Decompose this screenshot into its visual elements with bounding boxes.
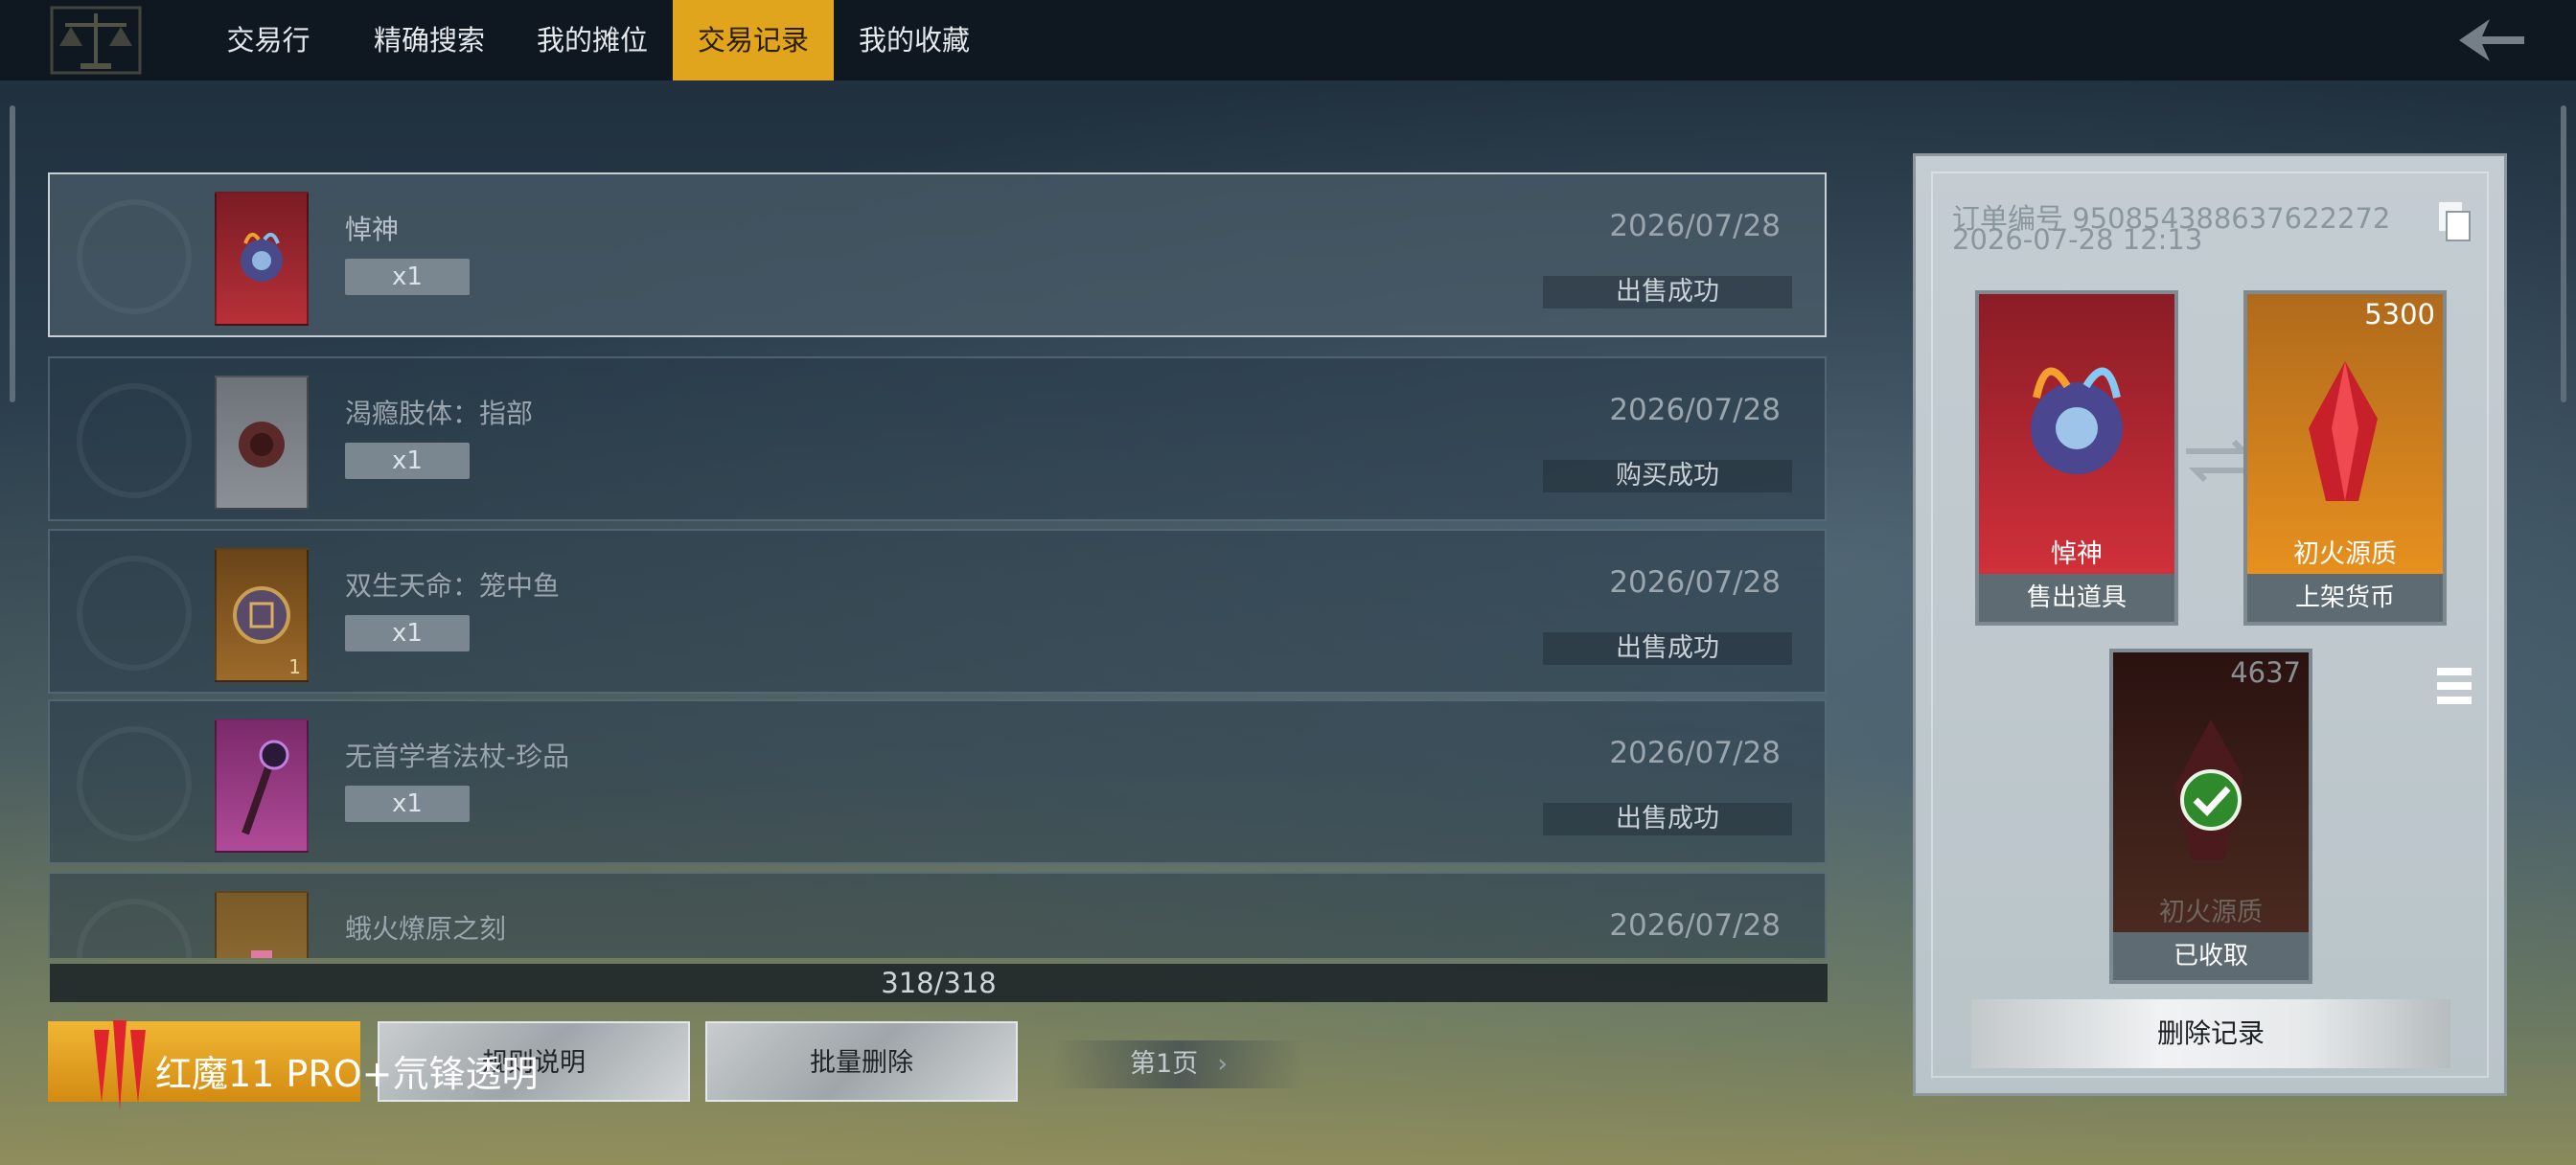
received-currency-card[interactable]: 4637 初火源质 已收取 xyxy=(2109,649,2312,984)
card-item-icon xyxy=(251,950,272,958)
record-row[interactable]: 渴瘾肢体：指部 x1 2026/07/28 购买成功 xyxy=(48,356,1827,521)
record-row[interactable]: 无首学者法杖-珍品 x1 2026/07/28 出售成功 xyxy=(48,699,1827,864)
scales-logo-icon xyxy=(50,6,142,75)
item-stack-count: 1 xyxy=(288,655,301,678)
page-label: 第1页 xyxy=(1130,1049,1199,1079)
coin-watermark-icon xyxy=(77,556,192,671)
received-currency-art: 4637 初火源质 xyxy=(2113,652,2309,932)
tab-my-favorites[interactable]: 我的收藏 xyxy=(849,0,979,80)
tab-trade-records[interactable]: 交易记录 xyxy=(673,0,834,80)
item-name: 蛾火燎原之刻 xyxy=(345,913,507,945)
finger-relic-icon xyxy=(239,422,285,468)
item-thumbnail: 1 xyxy=(215,548,309,682)
coin-watermark-icon xyxy=(77,383,192,498)
listed-currency-caption: 上架货币 xyxy=(2247,574,2443,622)
record-date: 2026/07/28 xyxy=(1609,908,1781,943)
tab-trading-house[interactable]: 交易行 xyxy=(211,0,326,80)
received-caption: 已收取 xyxy=(2113,932,2309,980)
coin-watermark-icon xyxy=(77,726,192,841)
relic-icon xyxy=(241,232,283,282)
item-quantity: x1 xyxy=(345,443,470,479)
list-scrollbar[interactable] xyxy=(10,105,15,402)
received-amount: 4637 xyxy=(2230,656,2301,689)
top-nav-bar: 交易行 精确搜索 我的摊位 交易记录 我的收藏 xyxy=(0,0,2576,80)
trade-record-list: 悼神 x1 2026/07/28 出售成功 渴瘾肢体：指部 x1 2026/07… xyxy=(48,172,1828,958)
tab-my-stall[interactable]: 我的摊位 xyxy=(527,0,657,80)
item-name: 无首学者法杖-珍品 xyxy=(345,741,570,772)
staff-icon xyxy=(242,740,289,835)
sold-item-art: 悼神 xyxy=(1979,294,2174,574)
copy-icon[interactable] xyxy=(2435,200,2473,244)
item-name: 渴瘾肢体：指部 xyxy=(345,398,534,429)
back-arrow-icon[interactable] xyxy=(2453,13,2530,67)
record-status: 购买成功 xyxy=(1543,460,1792,492)
sold-item-card[interactable]: 悼神 售出道具 xyxy=(1975,290,2178,626)
listed-currency-amount: 5300 xyxy=(2364,298,2435,331)
redmagic-logo-icon xyxy=(94,1020,146,1110)
next-page-chevron-icon[interactable]: › xyxy=(1217,1040,1228,1088)
item-thumbnail xyxy=(215,192,309,326)
menu-list-icon[interactable] xyxy=(2437,666,2472,706)
watermark-text: 红魔11 PRO+氘锋透明 xyxy=(155,1053,539,1095)
listed-currency-name: 初火源质 xyxy=(2293,539,2397,569)
item-thumbnail xyxy=(215,719,309,853)
item-quantity: x1 xyxy=(345,615,470,651)
record-detail-panel: 订单编号 950854388637622272 2026-07-28 12:13… xyxy=(1913,153,2507,1096)
record-date: 2026/07/28 xyxy=(1609,393,1781,427)
record-date: 2026/07/28 xyxy=(1609,736,1781,770)
item-quantity: x1 xyxy=(345,259,470,295)
sold-item-caption: 售出道具 xyxy=(1979,574,2174,622)
record-status: 出售成功 xyxy=(1543,276,1792,308)
batch-delete-button[interactable]: 批量删除 xyxy=(705,1021,1018,1102)
record-status: 出售成功 xyxy=(1543,803,1792,835)
coin-watermark-icon xyxy=(77,199,192,314)
record-row[interactable]: 蛾火燎原之刻 2026/07/28 xyxy=(48,872,1827,958)
record-date: 2026/07/28 xyxy=(1609,565,1781,600)
device-watermark: 红魔11 PRO+氘锋透明 xyxy=(86,1006,539,1121)
listed-currency-art: 5300 初火源质 xyxy=(2247,294,2443,574)
page-indicator[interactable]: 第1页 › xyxy=(1054,1040,1303,1088)
order-time: 2026-07-28 12:13 xyxy=(1952,223,2203,256)
item-thumbnail xyxy=(215,891,309,958)
item-name: 双生天命：笼中鱼 xyxy=(345,570,561,602)
record-row[interactable]: 悼神 x1 2026/07/28 出售成功 xyxy=(48,172,1827,337)
received-currency-name: 初火源质 xyxy=(2159,898,2263,927)
panel-scrollbar[interactable] xyxy=(2561,105,2566,402)
sold-item-name: 悼神 xyxy=(2051,539,2103,569)
record-counter: 318/318 xyxy=(50,964,1828,1002)
listed-currency-card[interactable]: 5300 初火源质 上架货币 xyxy=(2243,290,2447,626)
record-row[interactable]: 1 双生天命：笼中鱼 x1 2026/07/28 出售成功 xyxy=(48,529,1827,694)
tab-precise-search[interactable]: 精确搜索 xyxy=(364,0,494,80)
item-quantity: x1 xyxy=(345,786,470,822)
item-name: 悼神 xyxy=(345,214,400,245)
coin-watermark-icon xyxy=(77,899,192,958)
record-status: 出售成功 xyxy=(1543,632,1792,665)
delete-record-button[interactable]: 删除记录 xyxy=(1971,999,2450,1068)
record-date: 2026/07/28 xyxy=(1609,209,1781,243)
item-thumbnail xyxy=(215,376,309,510)
